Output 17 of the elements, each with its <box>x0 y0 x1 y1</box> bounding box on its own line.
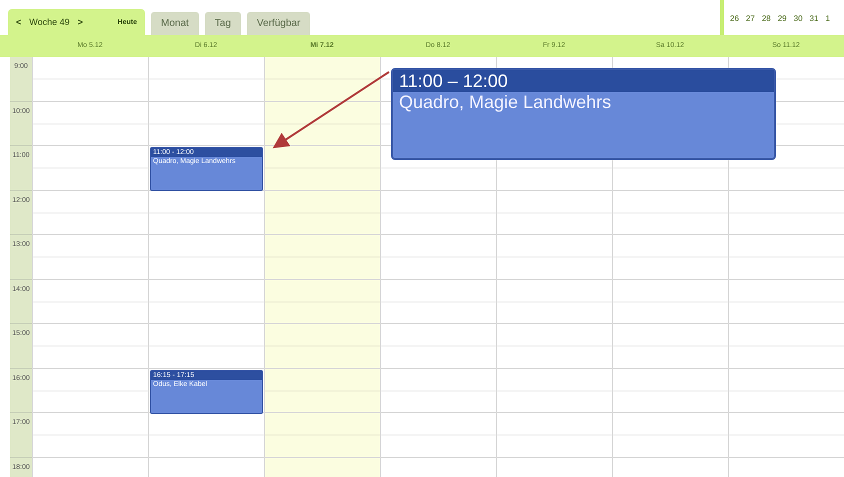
date-link[interactable]: 27 <box>746 14 755 35</box>
view-tab[interactable]: Tag <box>204 12 241 35</box>
next-week-button[interactable]: > <box>78 17 83 27</box>
date-link[interactable]: 28 <box>762 14 771 35</box>
previous-week-button[interactable]: < <box>16 17 22 27</box>
view-tab[interactable]: Verfügbar <box>246 12 310 35</box>
date-link[interactable]: 31 <box>810 14 818 35</box>
zoomed-event-title: Quadro, Magie Landwehrs <box>398 92 612 113</box>
time-slot[interactable] <box>148 413 264 458</box>
zoomed-event-time: 11:00 – 12:00 <box>393 70 774 92</box>
date-link[interactable]: 1 <box>825 14 830 35</box>
time-slot[interactable] <box>264 102 380 146</box>
week-label: Woche 49 <box>29 17 70 27</box>
view-tab[interactable]: Monat <box>151 12 199 35</box>
date-link[interactable]: 30 <box>794 14 803 35</box>
date-link[interactable]: 29 <box>778 14 787 35</box>
date-link[interactable]: 26 <box>730 14 739 35</box>
